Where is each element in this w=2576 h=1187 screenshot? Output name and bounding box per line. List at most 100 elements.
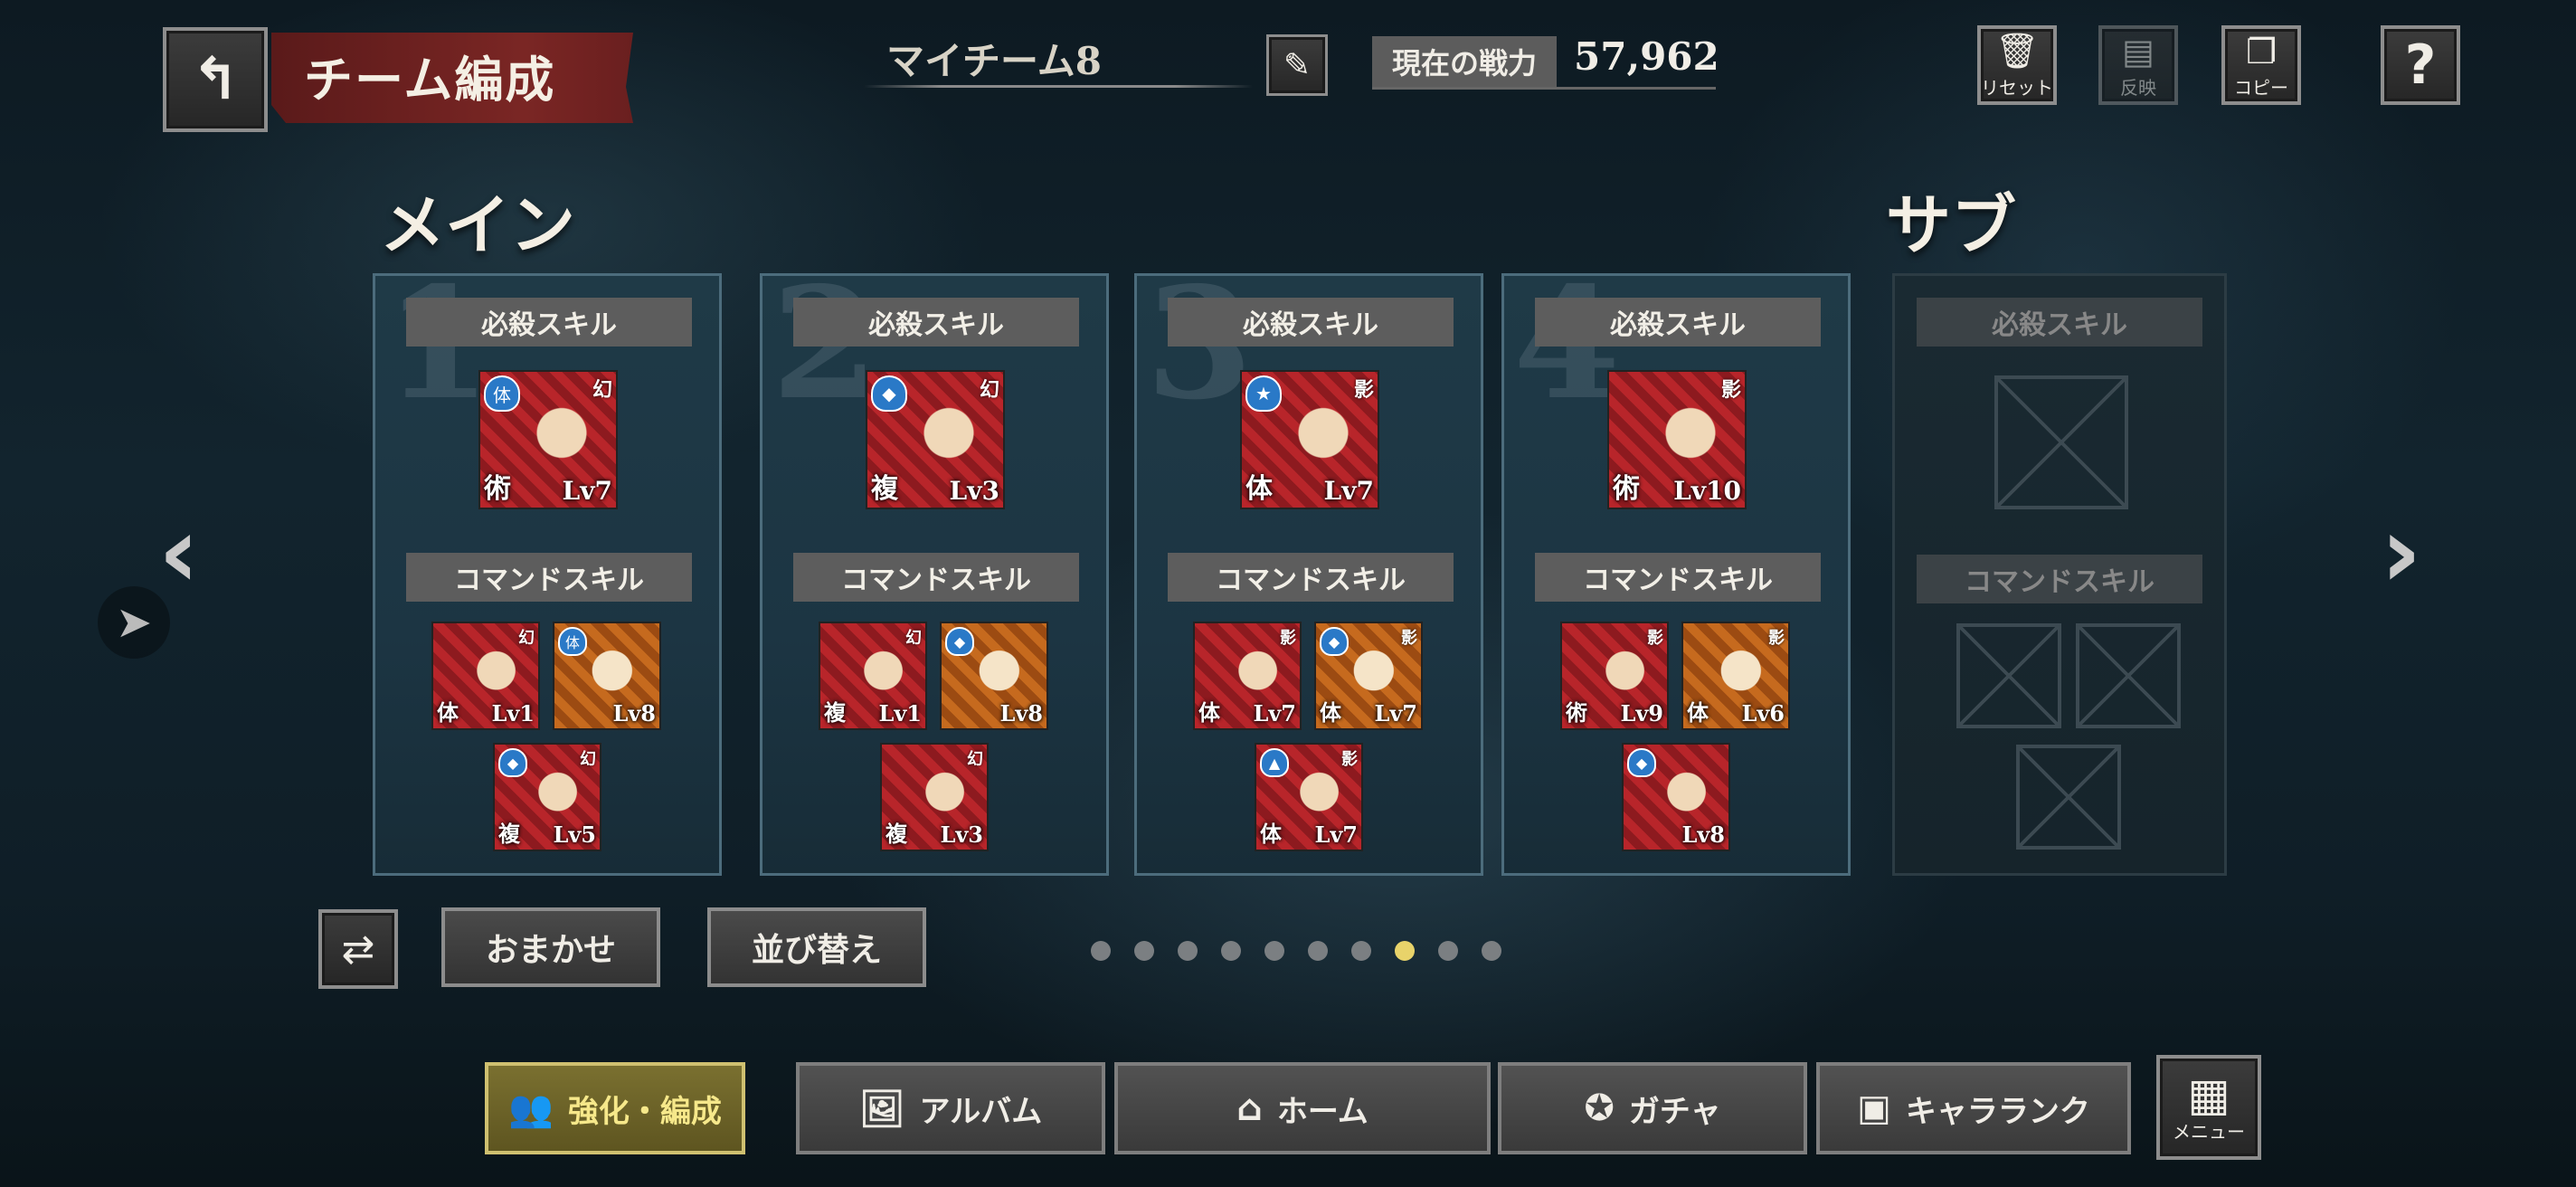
reflect-label: 反映 bbox=[2120, 76, 2156, 99]
element-corner-icon: 影 bbox=[1401, 629, 1417, 648]
command-skill-icon-2[interactable]: 体 Lv8 bbox=[553, 622, 661, 730]
command-skill-icon-2[interactable]: ◆ 影 体 Lv7 bbox=[1314, 622, 1423, 730]
special-skill-icon[interactable]: ★ 影 体 Lv7 bbox=[1240, 370, 1379, 509]
nav-label-character-rank: キャラランク bbox=[1905, 1093, 2090, 1130]
prev-page-arrow-icon[interactable]: ‹ bbox=[158, 502, 199, 602]
element-corner-icon: 幻 bbox=[580, 750, 596, 769]
page-dot[interactable] bbox=[1395, 941, 1415, 961]
attribute-badge-icon: ◆ bbox=[945, 627, 974, 656]
team-name-underline bbox=[864, 85, 1253, 88]
page-dot[interactable] bbox=[1482, 941, 1501, 961]
page-dot[interactable] bbox=[1178, 941, 1198, 961]
album-icon: 🖼 bbox=[858, 1087, 905, 1130]
sub-member-card[interactable]: 必殺スキル コマンドスキル bbox=[1892, 273, 2227, 876]
back-button[interactable]: ↰ bbox=[163, 27, 268, 132]
member-card-2[interactable]: 2nd必殺スキル ◆ 幻 複 Lv3 コマンドスキル 幻 複 Lv1 ◆ Lv8… bbox=[760, 267, 1109, 876]
attribute-badge-icon: ★ bbox=[1245, 375, 1282, 412]
menu-button[interactable]: ▦ メニュー bbox=[2156, 1055, 2261, 1160]
auto-assign-button[interactable]: おまかせ bbox=[441, 907, 660, 987]
sort-button[interactable]: 並び替え bbox=[707, 907, 926, 987]
command-skill-icon-3[interactable]: ◆ Lv8 bbox=[1622, 743, 1730, 851]
sub-command-empty-slot-1 bbox=[1956, 623, 2061, 728]
skill-level: Lv7 bbox=[1253, 700, 1296, 726]
nav-enhance-formation[interactable]: 👥 強化・編成 bbox=[485, 1062, 745, 1154]
element-corner-icon: 影 bbox=[1647, 629, 1663, 648]
nav-character-rank[interactable]: ▣ キャラランク bbox=[1816, 1062, 2131, 1154]
menu-label: メニュー bbox=[2173, 1120, 2245, 1143]
sub-command-empty-slot-2 bbox=[2076, 623, 2181, 728]
page-dot[interactable] bbox=[1351, 941, 1371, 961]
skill-type: 術 bbox=[1566, 700, 1587, 726]
nav-gacha[interactable]: ✪ ガチャ bbox=[1498, 1062, 1807, 1154]
skill-type: 体 bbox=[1260, 821, 1282, 847]
special-skill-icon[interactable]: ◆ 幻 複 Lv3 bbox=[866, 370, 1005, 509]
power-label: 現在の戦力 bbox=[1372, 36, 1557, 87]
copy-button[interactable]: ❐ コピー bbox=[2221, 25, 2301, 105]
edit-team-name-button[interactable]: ✎ bbox=[1266, 34, 1328, 96]
nav-home[interactable]: ⌂ ホーム bbox=[1114, 1062, 1491, 1154]
special-skill-label: 必殺スキル bbox=[1535, 298, 1821, 347]
element-corner-icon: 影 bbox=[1280, 629, 1296, 648]
member-card-3[interactable]: 3rd必殺スキル ★ 影 体 Lv7 コマンドスキル 影 体 Lv7 ◆ 影 体… bbox=[1134, 267, 1483, 876]
share-icon[interactable]: ➤ bbox=[98, 586, 170, 659]
member-card-1[interactable]: 1st必殺スキル 体 幻 術 Lv7 コマンドスキル 幻 体 Lv1 体 Lv8… bbox=[373, 267, 722, 876]
page-title: チーム編成 bbox=[304, 52, 556, 109]
skill-level: Lv7 bbox=[1374, 700, 1417, 726]
command-skill-icon-2[interactable]: 影 体 Lv6 bbox=[1681, 622, 1790, 730]
page-dot[interactable] bbox=[1308, 941, 1328, 961]
skill-level: Lv3 bbox=[940, 821, 983, 848]
page-dot[interactable] bbox=[1091, 941, 1111, 961]
command-skill-label: コマンドスキル bbox=[1535, 553, 1821, 602]
member-card-4[interactable]: 4th必殺スキル 影 術 Lv10 コマンドスキル 影 術 Lv9 影 体 Lv… bbox=[1501, 267, 1851, 876]
skill-type: 体 bbox=[1198, 700, 1220, 726]
nav-album[interactable]: 🖼 アルバム bbox=[796, 1062, 1105, 1154]
command-skill-icon-3[interactable]: ◆ 幻 複 Lv5 bbox=[493, 743, 601, 851]
skill-type: 体 bbox=[1320, 700, 1341, 726]
command-skill-icon-1[interactable]: 幻 体 Lv1 bbox=[431, 622, 540, 730]
copy-label: コピー bbox=[2234, 76, 2288, 99]
element-corner-icon: 影 bbox=[1353, 379, 1374, 402]
page-dot[interactable] bbox=[1438, 941, 1458, 961]
help-button[interactable]: ? bbox=[2381, 25, 2460, 105]
page-dot[interactable] bbox=[1221, 941, 1241, 961]
element-corner-icon: 影 bbox=[1720, 379, 1741, 402]
page-dot[interactable] bbox=[1134, 941, 1154, 961]
skill-level: Lv3 bbox=[949, 476, 999, 506]
reset-button[interactable]: 🗑 リセット bbox=[1977, 25, 2057, 105]
command-skill-icon-2[interactable]: ◆ Lv8 bbox=[940, 622, 1048, 730]
command-skill-icon-3[interactable]: ▲ 影 体 Lv7 bbox=[1255, 743, 1363, 851]
command-skill-icon-1[interactable]: 幻 複 Lv1 bbox=[819, 622, 927, 730]
page-dot[interactable] bbox=[1264, 941, 1284, 961]
attribute-badge-icon: ◆ bbox=[1320, 627, 1349, 656]
special-skill-icon[interactable]: 影 術 Lv10 bbox=[1607, 370, 1747, 509]
special-skill-label: 必殺スキル bbox=[406, 298, 692, 347]
skill-level: Lv9 bbox=[1620, 700, 1663, 726]
skill-level: Lv7 bbox=[1323, 476, 1374, 506]
attribute-badge-icon: ◆ bbox=[1627, 748, 1656, 777]
skill-type: 術 bbox=[484, 473, 511, 505]
copy-icon: ❐ bbox=[2245, 31, 2278, 71]
special-skill-icon[interactable]: 体 幻 術 Lv7 bbox=[478, 370, 618, 509]
skill-level: Lv10 bbox=[1673, 476, 1741, 506]
next-page-arrow-icon[interactable]: › bbox=[2381, 502, 2421, 602]
attribute-badge-icon: ▲ bbox=[1260, 748, 1289, 777]
skill-type: 複 bbox=[498, 821, 520, 847]
attribute-badge-icon: ◆ bbox=[871, 375, 907, 412]
document-icon: ▤ bbox=[2122, 31, 2155, 71]
sub-section-title: サブ bbox=[1886, 186, 2017, 263]
command-skill-icon-1[interactable]: 影 体 Lv7 bbox=[1193, 622, 1302, 730]
element-corner-icon: 影 bbox=[1341, 750, 1358, 769]
skill-type: 術 bbox=[1613, 473, 1640, 505]
reset-label: リセット bbox=[1981, 77, 2053, 99]
command-skill-icon-3[interactable]: 幻 複 Lv3 bbox=[880, 743, 989, 851]
attribute-badge-icon: 体 bbox=[558, 627, 587, 656]
attribute-badge-icon: 体 bbox=[484, 375, 520, 412]
element-corner-icon: 影 bbox=[1768, 629, 1785, 648]
reflect-button[interactable]: ▤ 反映 bbox=[2098, 25, 2178, 105]
command-skill-label: コマンドスキル bbox=[1168, 553, 1454, 602]
command-skill-icon-1[interactable]: 影 術 Lv9 bbox=[1560, 622, 1669, 730]
command-skill-label: コマンドスキル bbox=[793, 553, 1079, 602]
swap-button[interactable]: ⇄ bbox=[318, 909, 398, 989]
skill-type: 複 bbox=[824, 700, 846, 726]
trash-icon: 🗑 bbox=[1994, 31, 2040, 71]
